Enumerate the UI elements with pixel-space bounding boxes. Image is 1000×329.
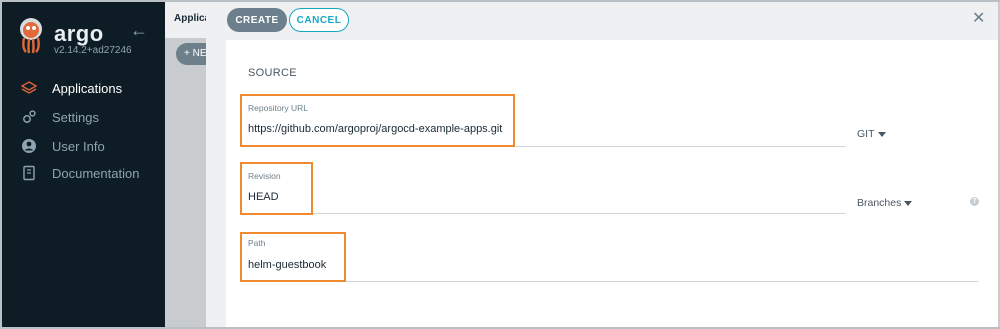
highlight-box	[240, 94, 515, 147]
sidebar-item-documentation[interactable]: Documentation	[20, 161, 160, 185]
create-button[interactable]: CREATE	[227, 8, 287, 32]
user-icon	[20, 137, 38, 155]
form-card: SOURCE Repository URL https://github.com…	[226, 40, 998, 327]
repo-type-select[interactable]: GIT	[857, 128, 886, 140]
highlight-box	[240, 232, 346, 282]
collapse-arrow-icon[interactable]: ←	[130, 20, 148, 41]
sidebar-item-user-info[interactable]: User Info	[20, 134, 160, 158]
cancel-button[interactable]: CANCEL	[289, 8, 349, 32]
sidebar-item-label: User Info	[52, 138, 105, 154]
chevron-down-icon	[877, 131, 886, 137]
brand-name: argo	[54, 21, 104, 46]
layers-icon	[20, 79, 38, 97]
breadcrumb: Applications	[174, 13, 208, 24]
revision-type-value: Branches	[857, 197, 902, 209]
help-icon[interactable]: ?	[970, 197, 979, 206]
path-underline	[241, 281, 978, 282]
argo-logo-icon	[20, 18, 42, 54]
book-icon	[20, 164, 38, 182]
gears-icon	[20, 108, 38, 126]
sidebar-item-label: Applications	[52, 80, 123, 96]
section-title-source: SOURCE	[248, 67, 297, 79]
sidebar-item-label: Documentation	[52, 165, 140, 181]
revision-underline	[241, 213, 846, 214]
version-label: v2.14.2+ad27246	[54, 45, 132, 56]
sidebar-item-settings[interactable]: Settings	[20, 105, 160, 129]
sidebar-item-applications[interactable]: Applications	[20, 76, 160, 100]
close-icon[interactable]: ✕	[972, 8, 985, 28]
sidebar-item-label: Settings	[52, 109, 99, 125]
revision-type-select[interactable]: Branches	[857, 197, 913, 209]
repo-type-value: GIT	[857, 128, 875, 140]
sidebar: argo v2.14.2+ad27246 ← Applications Sett…	[2, 2, 165, 327]
highlight-box	[240, 162, 313, 215]
chevron-down-icon	[904, 200, 913, 206]
create-app-panel: CREATE CANCEL ✕ SOURCE Repository URL ht…	[206, 2, 998, 327]
